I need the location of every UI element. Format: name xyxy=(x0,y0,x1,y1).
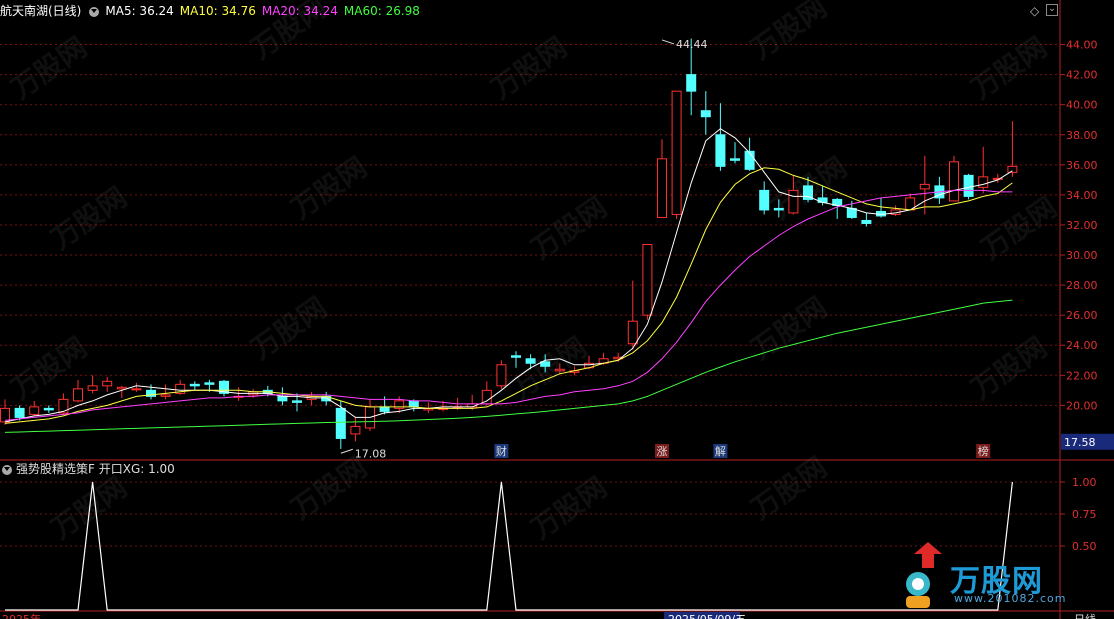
sub-y-tick-label: 1.00 xyxy=(1072,476,1097,489)
candle-body xyxy=(627,320,638,345)
dropdown-icon[interactable] xyxy=(89,6,100,17)
ma60-label: MA60: 26.98 xyxy=(343,4,420,18)
event-label: 财 xyxy=(496,444,507,458)
y-tick-label: 44.00 xyxy=(1066,39,1098,52)
candle-body xyxy=(686,74,697,92)
candle-body xyxy=(204,382,215,385)
ma5-label: MA5: 36.24 xyxy=(105,4,174,18)
y-tick-label: 24.00 xyxy=(1066,339,1098,352)
candle-body xyxy=(496,364,507,387)
candle-body xyxy=(408,400,419,408)
candle-body xyxy=(773,207,784,211)
candle-body xyxy=(189,383,200,387)
y-tick-label: 26.00 xyxy=(1066,309,1098,322)
y-tick-label: 22.00 xyxy=(1066,369,1098,382)
candle-body xyxy=(1007,165,1018,173)
y-tick-label: 42.00 xyxy=(1066,69,1098,82)
collapse-icon[interactable]: ⌄ xyxy=(1046,4,1058,16)
watermark-logo: 万股网 www.201082.com xyxy=(898,540,1098,612)
price-annotation-pointer xyxy=(661,39,675,45)
candle-body xyxy=(87,385,98,391)
y-tick-label: 38.00 xyxy=(1066,129,1098,142)
candle-body xyxy=(525,358,536,364)
ma-line-ma60 xyxy=(4,299,1013,433)
current-price-label: 17.58 xyxy=(1064,436,1096,449)
y-tick-label: 30.00 xyxy=(1066,249,1098,262)
period-label: 日线 xyxy=(1074,612,1096,619)
background-watermark: 万股网 xyxy=(975,191,1063,266)
event-label: 榜 xyxy=(978,444,989,458)
low-price-label: 17.08 xyxy=(355,447,387,460)
background-watermark: 万股网 xyxy=(505,331,593,406)
candle-body xyxy=(116,386,127,390)
candle-body xyxy=(861,219,872,224)
candle-body xyxy=(730,158,740,161)
y-tick-label: 32.00 xyxy=(1066,219,1098,232)
candle-body xyxy=(292,400,302,403)
event-label: 解 xyxy=(715,444,726,458)
chart-header: 航天南湖(日线) MA5: 36.24 MA10: 34.76 MA20: 34.24… xyxy=(0,0,1060,22)
logo-mascot-icon xyxy=(906,542,942,608)
candle-body xyxy=(511,355,521,358)
candle-body xyxy=(43,407,54,411)
candle-body xyxy=(919,183,930,190)
candle-body xyxy=(715,134,726,167)
background-watermark: 万股网 xyxy=(285,151,373,226)
candle-body xyxy=(379,406,390,412)
candle-body xyxy=(978,176,989,188)
logo-url: www.201082.com xyxy=(954,592,1067,605)
candle-body xyxy=(29,406,40,415)
ma10-label: MA10: 34.76 xyxy=(179,4,256,18)
event-label: 涨 xyxy=(657,445,668,458)
background-watermark: 万股网 xyxy=(525,191,613,266)
candle-body xyxy=(744,150,755,170)
background-watermark: 万股网 xyxy=(45,181,133,256)
candle-body xyxy=(73,388,83,402)
candle-body xyxy=(671,90,682,215)
y-tick-label: 40.00 xyxy=(1066,99,1098,112)
diamond-icon[interactable]: ◇ xyxy=(1030,4,1039,18)
candle-body xyxy=(335,407,346,439)
candle-body xyxy=(700,110,711,118)
background-watermark: 万股网 xyxy=(5,31,93,106)
candle-body xyxy=(131,388,142,391)
indicator-dropdown-icon[interactable] xyxy=(2,464,12,475)
chart-canvas: 20.00 22.00 24.00 26.00 28.00 30.00 32.00 34.00… xyxy=(0,0,1114,619)
candle-body xyxy=(963,174,974,197)
stock-title: 航天南湖(日线) xyxy=(0,4,82,18)
candle-body xyxy=(14,407,25,418)
date-axis-start: 2025年 xyxy=(2,612,41,619)
candle-body xyxy=(788,189,799,214)
background-watermark: 万股网 xyxy=(245,291,333,366)
candle-body xyxy=(350,425,361,435)
background-watermark: 万股网 xyxy=(965,331,1053,406)
candle-body xyxy=(657,158,667,218)
crosshair-date-label: 2025/05/09/五 xyxy=(668,613,746,619)
candle-body xyxy=(102,380,113,387)
candle-body xyxy=(817,197,828,203)
background-watermark: 万股网 xyxy=(485,31,573,106)
candle-body xyxy=(554,368,565,372)
indicator-label: 强势股精选策F 开口XG: 1.00 xyxy=(16,462,175,476)
ma20-label: MA20: 34.24 xyxy=(261,4,338,18)
candle-body xyxy=(949,161,959,202)
candle-body xyxy=(160,394,171,397)
high-price-label: 44.44 xyxy=(676,38,708,51)
candle-body xyxy=(642,244,653,316)
background-watermark: 万股网 xyxy=(525,471,613,546)
sub-y-tick-label: 0.75 xyxy=(1072,508,1097,521)
background-watermark: 万股网 xyxy=(965,31,1053,106)
indicator-header: 强势股精选策F 开口XG: 1.00 xyxy=(0,461,1060,477)
y-tick-label: 28.00 xyxy=(1066,279,1098,292)
candle-body xyxy=(759,189,770,211)
y-tick-label: 34.00 xyxy=(1066,189,1098,202)
y-tick-label: 36.00 xyxy=(1066,159,1098,172)
y-tick-label: 20.00 xyxy=(1066,399,1098,412)
background-watermark: 万股网 xyxy=(45,471,133,546)
candle-body xyxy=(277,395,288,402)
